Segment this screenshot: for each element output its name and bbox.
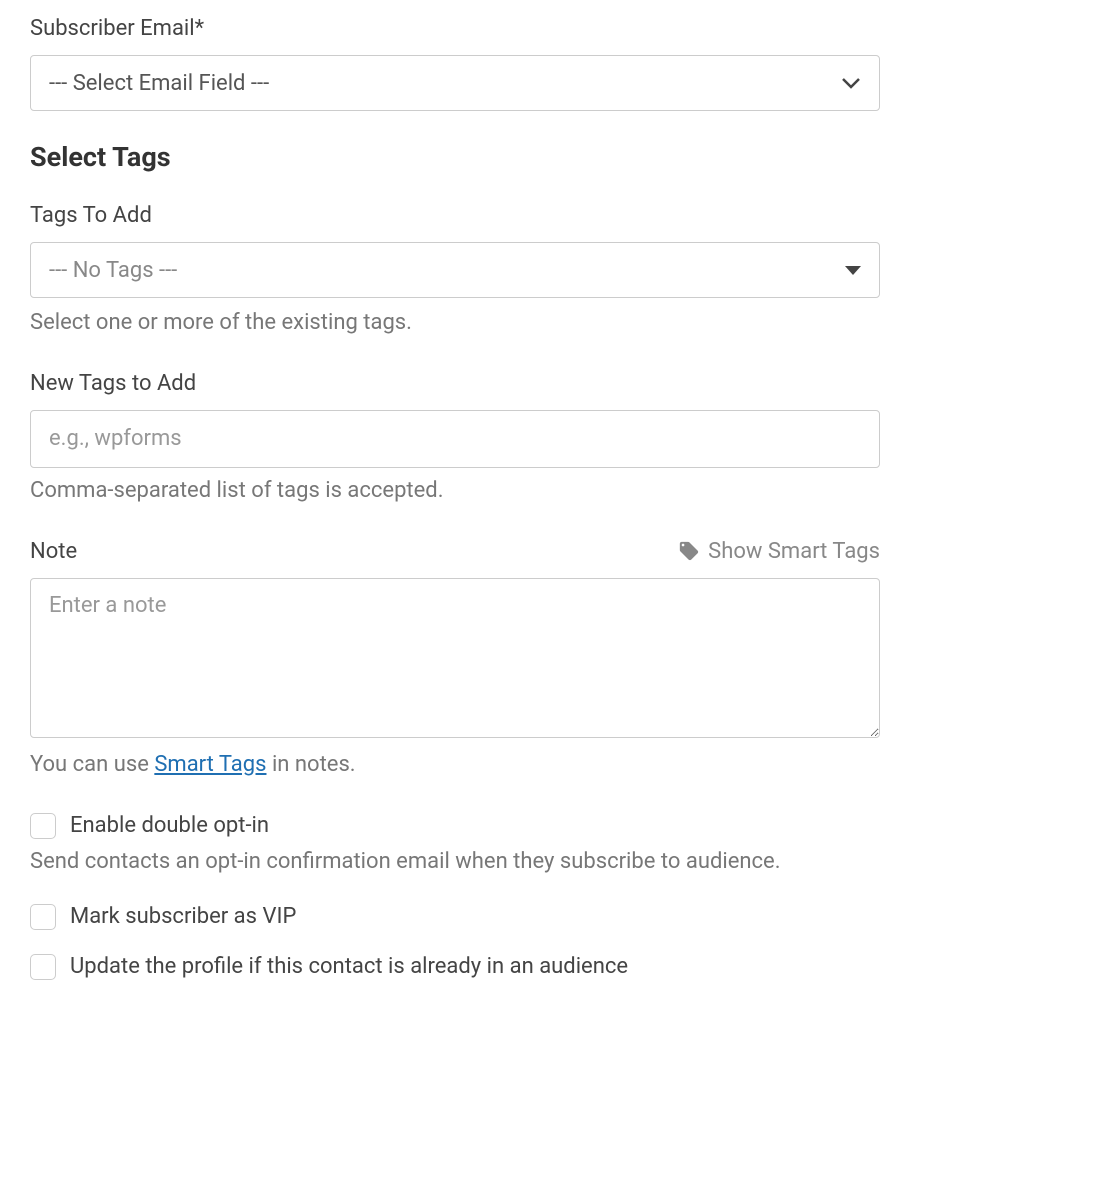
note-textarea[interactable]	[30, 578, 880, 738]
double-opt-in-help: Send contacts an opt-in confirmation ema…	[30, 849, 1086, 874]
tags-to-add-select[interactable]: --- No Tags ---	[30, 242, 880, 298]
double-opt-in-checkbox[interactable]	[30, 813, 56, 839]
caret-down-icon	[845, 266, 861, 275]
new-tags-help: Comma-separated list of tags is accepted…	[30, 476, 1086, 507]
tags-to-add-selected-value: --- No Tags ---	[49, 258, 177, 283]
note-label: Note	[30, 539, 77, 564]
show-smart-tags-label: Show Smart Tags	[708, 539, 880, 564]
subscriber-email-select[interactable]: --- Select Email Field ---	[30, 55, 880, 111]
update-profile-label[interactable]: Update the profile if this contact is al…	[70, 954, 628, 979]
note-help: You can use Smart Tags in notes.	[30, 752, 1086, 777]
show-smart-tags-button[interactable]: Show Smart Tags	[678, 539, 880, 564]
mark-vip-label[interactable]: Mark subscriber as VIP	[70, 904, 296, 929]
chevron-down-icon	[841, 73, 861, 93]
new-tags-input[interactable]	[30, 410, 880, 468]
double-opt-in-label[interactable]: Enable double opt-in	[70, 813, 269, 838]
tags-to-add-help: Select one or more of the existing tags.	[30, 308, 1086, 339]
subscriber-email-selected-value: --- Select Email Field ---	[49, 71, 269, 96]
new-tags-label: New Tags to Add	[30, 371, 1086, 396]
tags-to-add-label: Tags To Add	[30, 203, 1086, 228]
subscriber-email-label: Subscriber Email*	[30, 16, 1086, 41]
select-tags-heading: Select Tags	[30, 141, 1086, 173]
update-profile-checkbox[interactable]	[30, 954, 56, 980]
smart-tags-link[interactable]: Smart Tags	[154, 752, 266, 777]
mark-vip-checkbox[interactable]	[30, 904, 56, 930]
tag-icon	[678, 540, 700, 562]
